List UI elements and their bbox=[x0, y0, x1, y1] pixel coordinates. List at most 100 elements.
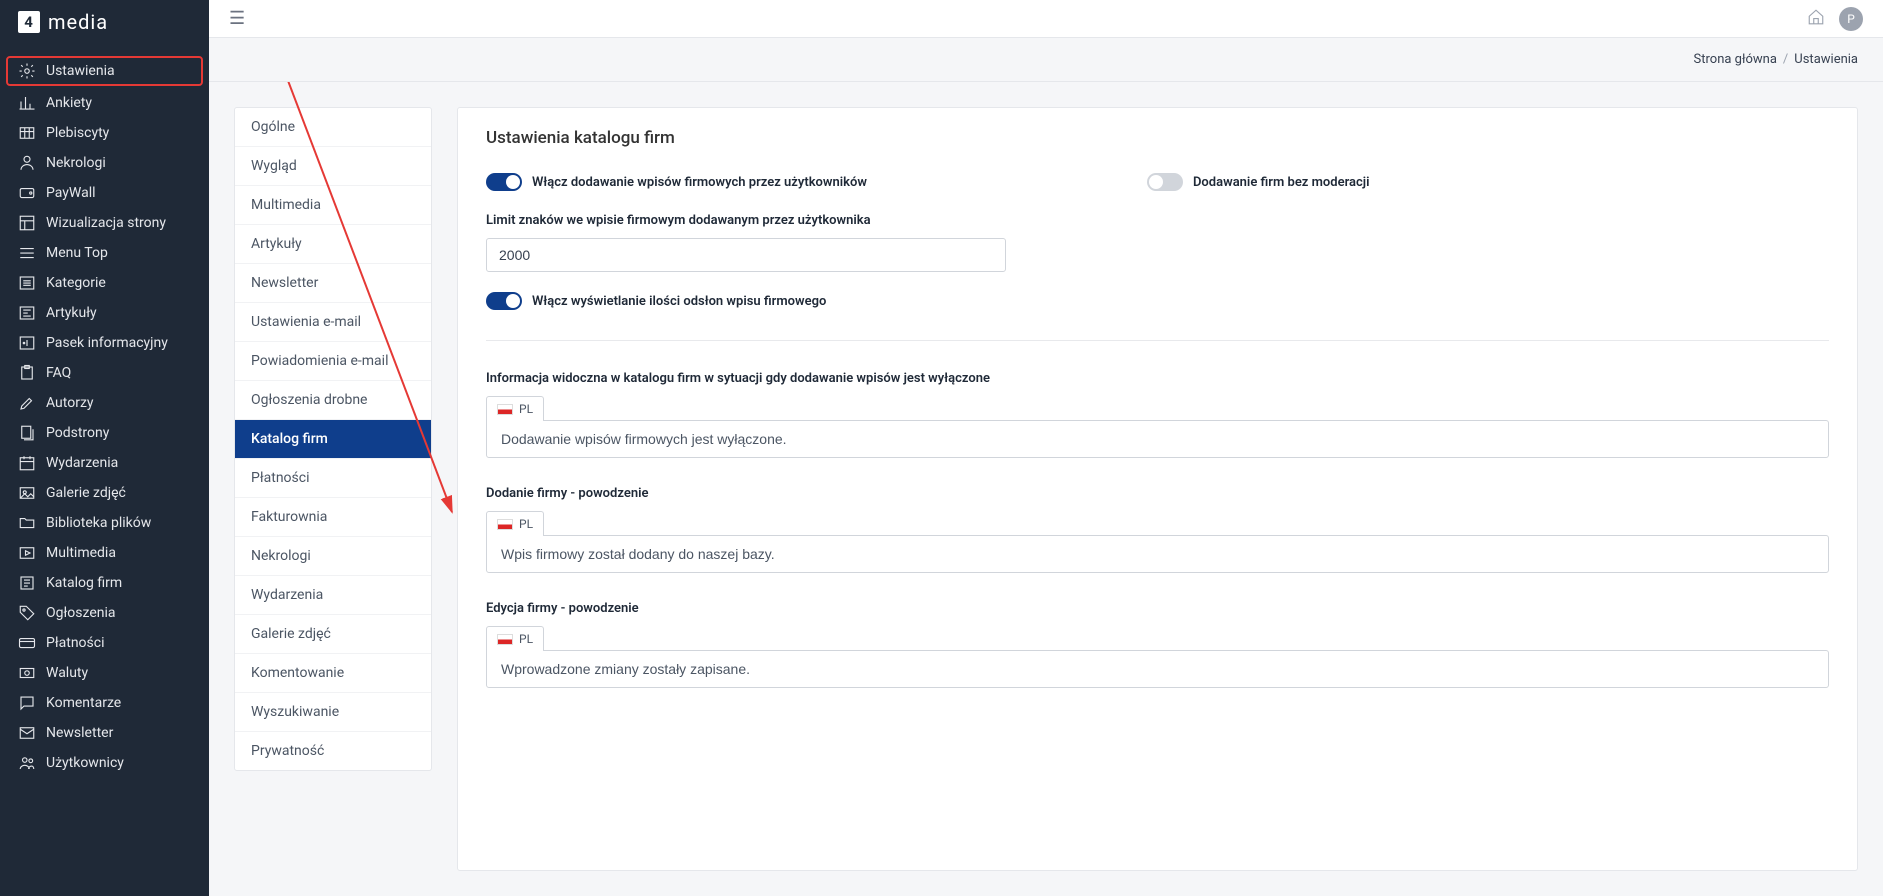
currency-icon bbox=[18, 664, 36, 682]
lang-tab-pl-label: PL bbox=[519, 402, 533, 416]
wallet-icon bbox=[18, 184, 36, 202]
content: OgólneWyglądMultimediaArtykułyNewsletter… bbox=[209, 82, 1883, 896]
flag-pl-icon bbox=[497, 634, 513, 645]
media-icon bbox=[18, 544, 36, 562]
subnav-item-ustawienia-e-mail[interactable]: Ustawienia e-mail bbox=[235, 303, 431, 342]
add-success-input[interactable] bbox=[486, 535, 1829, 573]
sidebar-item-label: Komentarze bbox=[46, 695, 121, 711]
mail-icon bbox=[18, 724, 36, 742]
gallery-icon bbox=[18, 484, 36, 502]
edit-success-label: Edycja firmy - powodzenie bbox=[486, 601, 1829, 616]
breadcrumb-home[interactable]: Strona główna bbox=[1694, 52, 1777, 67]
comment-icon bbox=[18, 694, 36, 712]
sidebar-item-label: Wizualizacja strony bbox=[46, 215, 166, 231]
sidebar-item-label: Biblioteka plików bbox=[46, 515, 151, 531]
breadcrumb: Strona główna / Ustawienia bbox=[209, 38, 1883, 82]
sidebar-item-wydarzenia[interactable]: Wydarzenia bbox=[0, 448, 209, 478]
sidebar-item-newsletter[interactable]: Newsletter bbox=[0, 718, 209, 748]
subnav-item-multimedia[interactable]: Multimedia bbox=[235, 186, 431, 225]
subnav-item-komentowanie[interactable]: Komentowanie bbox=[235, 654, 431, 693]
sidebar-item-biblioteka-plików[interactable]: Biblioteka plików bbox=[0, 508, 209, 538]
sidebar-item-autorzy[interactable]: Autorzy bbox=[0, 388, 209, 418]
toggle-no-moderation[interactable] bbox=[1147, 173, 1183, 191]
sidebar-item-komentarze[interactable]: Komentarze bbox=[0, 688, 209, 718]
sidebar-item-label: Waluty bbox=[46, 665, 88, 681]
lang-tab-pl[interactable]: PL bbox=[486, 396, 544, 421]
info-disabled-label: Informacja widoczna w katalogu firm w sy… bbox=[486, 371, 1829, 386]
flag-pl-icon bbox=[497, 519, 513, 530]
breadcrumb-separator: / bbox=[1783, 52, 1788, 67]
sidebar-item-menu-top[interactable]: Menu Top bbox=[0, 238, 209, 268]
table-icon bbox=[18, 124, 36, 142]
sidebar-item-faq[interactable]: FAQ bbox=[0, 358, 209, 388]
subnav-item-katalog-firm[interactable]: Katalog firm bbox=[235, 420, 431, 459]
sidebar-item-label: Podstrony bbox=[46, 425, 109, 441]
home-icon[interactable] bbox=[1807, 8, 1825, 30]
brand: 4 media bbox=[0, 0, 209, 44]
subnav-item-newsletter[interactable]: Newsletter bbox=[235, 264, 431, 303]
toggle-enable-add-label: Włącz dodawanie wpisów firmowych przez u… bbox=[532, 175, 867, 190]
list-icon bbox=[18, 274, 36, 292]
sidebar-item-płatności[interactable]: Płatności bbox=[0, 628, 209, 658]
sidebar-item-label: Menu Top bbox=[46, 245, 108, 261]
settings-panel: Ustawienia katalogu firm Włącz dodawanie… bbox=[457, 107, 1858, 871]
person-icon bbox=[18, 154, 36, 172]
sidebar-item-plebiscyty[interactable]: Plebiscyty bbox=[0, 118, 209, 148]
pen-icon bbox=[18, 394, 36, 412]
add-success-label: Dodanie firmy - powodzenie bbox=[486, 486, 1829, 501]
subnav-item-wygląd[interactable]: Wygląd bbox=[235, 147, 431, 186]
sidebar-item-label: Kategorie bbox=[46, 275, 106, 291]
subnav-item-artykuły[interactable]: Artykuły bbox=[235, 225, 431, 264]
subnav-item-galerie-zdjęć[interactable]: Galerie zdjęć bbox=[235, 615, 431, 654]
sidebar-item-label: Galerie zdjęć bbox=[46, 485, 126, 501]
sidebar-item-podstrony[interactable]: Podstrony bbox=[0, 418, 209, 448]
menu-icon bbox=[18, 244, 36, 262]
topbar: ☰ P bbox=[209, 0, 1883, 38]
clipboard-icon bbox=[18, 364, 36, 382]
sidebar-item-ogłoszenia[interactable]: Ogłoszenia bbox=[0, 598, 209, 628]
limit-input[interactable] bbox=[486, 238, 1006, 272]
sidebar-item-label: Użytkownicy bbox=[46, 755, 124, 771]
sidebar-item-paywall[interactable]: PayWall bbox=[0, 178, 209, 208]
edit-success-input[interactable] bbox=[486, 650, 1829, 688]
pages-icon bbox=[18, 424, 36, 442]
hamburger-icon[interactable]: ☰ bbox=[229, 8, 245, 29]
subnav-item-fakturownia[interactable]: Fakturownia bbox=[235, 498, 431, 537]
sidebar-item-galerie-zdjęć[interactable]: Galerie zdjęć bbox=[0, 478, 209, 508]
flag-pl-icon bbox=[497, 404, 513, 415]
sidebar-item-label: Newsletter bbox=[46, 725, 113, 741]
gear-icon bbox=[18, 62, 36, 80]
sidebar-item-kategorie[interactable]: Kategorie bbox=[0, 268, 209, 298]
lang-tab-pl-3[interactable]: PL bbox=[486, 626, 544, 651]
subnav-item-płatności[interactable]: Płatności bbox=[235, 459, 431, 498]
sidebar-item-katalog-firm[interactable]: Katalog firm bbox=[0, 568, 209, 598]
sidebar-item-artykuły[interactable]: Artykuły bbox=[0, 298, 209, 328]
sidebar-item-wizualizacja-strony[interactable]: Wizualizacja strony bbox=[0, 208, 209, 238]
toggle-enable-add[interactable] bbox=[486, 173, 522, 191]
toggle-views-label: Włącz wyświetlanie ilości odsłon wpisu f… bbox=[532, 294, 826, 309]
subnav-item-prywatność[interactable]: Prywatność bbox=[235, 732, 431, 770]
subnav-item-powiadomienia-e-mail[interactable]: Powiadomienia e-mail bbox=[235, 342, 431, 381]
credit-icon bbox=[18, 634, 36, 652]
users-icon bbox=[18, 754, 36, 772]
toggle-views[interactable] bbox=[486, 292, 522, 310]
sidebar-item-ankiety[interactable]: Ankiety bbox=[0, 88, 209, 118]
sidebar-item-multimedia[interactable]: Multimedia bbox=[0, 538, 209, 568]
sidebar-item-nekrologi[interactable]: Nekrologi bbox=[0, 148, 209, 178]
sidebar-item-label: Ustawienia bbox=[46, 63, 115, 79]
sidebar: 4 media Ustawienia Ankiety PlebiscytyNekro… bbox=[0, 0, 209, 896]
subnav-item-nekrologi[interactable]: Nekrologi bbox=[235, 537, 431, 576]
subnav-item-ogłoszenia-drobne[interactable]: Ogłoszenia drobne bbox=[235, 381, 431, 420]
sidebar-item-waluty[interactable]: Waluty bbox=[0, 658, 209, 688]
sidebar-item-pasek-informacyjny[interactable]: Pasek informacyjny bbox=[0, 328, 209, 358]
lang-tab-pl-2[interactable]: PL bbox=[486, 511, 544, 536]
info-disabled-input[interactable] bbox=[486, 420, 1829, 458]
sidebar-item-ustawienia[interactable]: Ustawienia bbox=[6, 56, 203, 86]
sidebar-item-label: Ankiety bbox=[46, 95, 92, 111]
sidebar-item-użytkownicy[interactable]: Użytkownicy bbox=[0, 748, 209, 778]
subnav-item-wydarzenia[interactable]: Wydarzenia bbox=[235, 576, 431, 615]
user-avatar[interactable]: P bbox=[1839, 7, 1863, 31]
toggle-no-moderation-label: Dodawanie firm bez moderacji bbox=[1193, 175, 1370, 190]
subnav-item-ogólne[interactable]: Ogólne bbox=[235, 108, 431, 147]
subnav-item-wyszukiwanie[interactable]: Wyszukiwanie bbox=[235, 693, 431, 732]
